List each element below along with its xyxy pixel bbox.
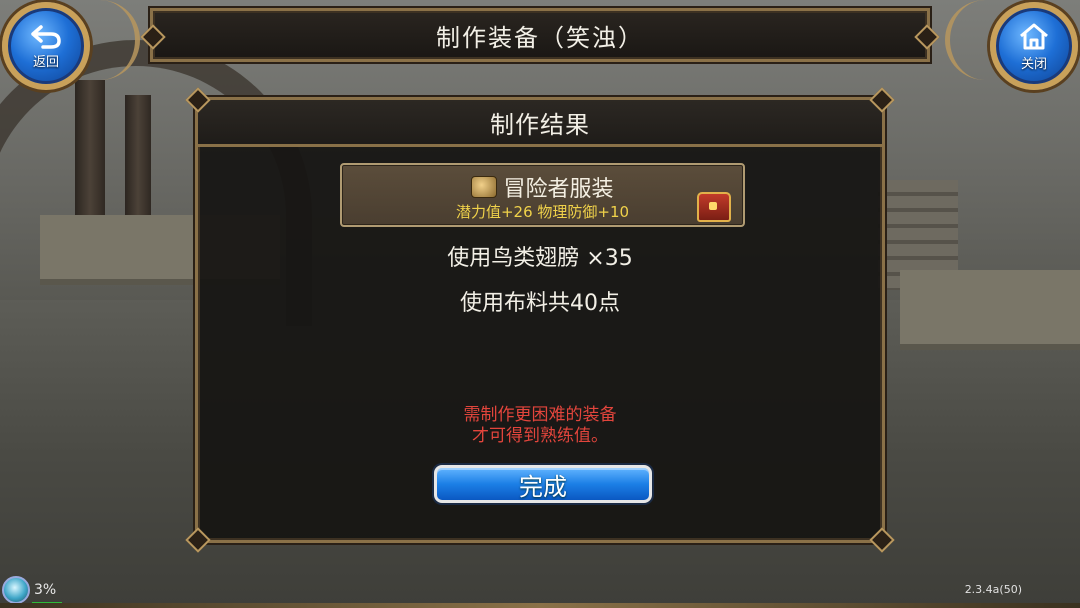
title-bar: 制作装备（笑浊） <box>140 8 940 62</box>
proficiency-note-line2: 才可得到熟练值。 <box>472 426 608 446</box>
bottom-frame-strip <box>0 603 1080 608</box>
leather-armor-icon <box>471 176 498 198</box>
experience-percent: 3% <box>34 582 57 598</box>
back-label: 返回 <box>32 54 59 70</box>
close-label: 关闭 <box>1020 56 1047 72</box>
back-button[interactable]: 返回 <box>2 2 90 90</box>
page-title: 制作装备（笑浊） <box>436 23 644 52</box>
treasure-chest-icon <box>697 192 731 222</box>
cloth-used-line: 使用布料共40点 <box>460 291 620 316</box>
stone-pillar <box>125 95 151 225</box>
version-label: 2.3.4a(50) <box>964 583 1022 596</box>
done-label: 完成 <box>519 472 567 501</box>
back-arrow-icon <box>31 24 61 49</box>
craft-result-dialog: 制作结果 冒险者服装 潜力值+26 物理防御+10 使用鸟类翅膀 ×35 使用布… <box>185 87 895 553</box>
done-button[interactable]: 完成 <box>434 465 652 503</box>
home-icon <box>1020 23 1048 49</box>
close-button[interactable]: 关闭 <box>990 2 1078 90</box>
crafted-item-card[interactable]: 冒险者服装 潜力值+26 物理防御+10 <box>340 163 745 227</box>
stone-platform <box>900 270 1080 350</box>
item-name-row: 冒险者服装 <box>342 171 743 203</box>
item-stats: 潜力值+26 物理防御+10 <box>455 203 630 221</box>
item-name: 冒险者服装 <box>503 177 614 202</box>
material-used-line: 使用鸟类翅膀 ×35 <box>447 246 633 271</box>
dialog-header: 制作结果 <box>198 100 882 147</box>
status-area: 3% <box>2 576 56 604</box>
experience-orb-icon <box>2 576 30 604</box>
dialog-title: 制作结果 <box>490 110 590 139</box>
proficiency-note-line1: 需制作更困难的装备 <box>463 405 617 425</box>
